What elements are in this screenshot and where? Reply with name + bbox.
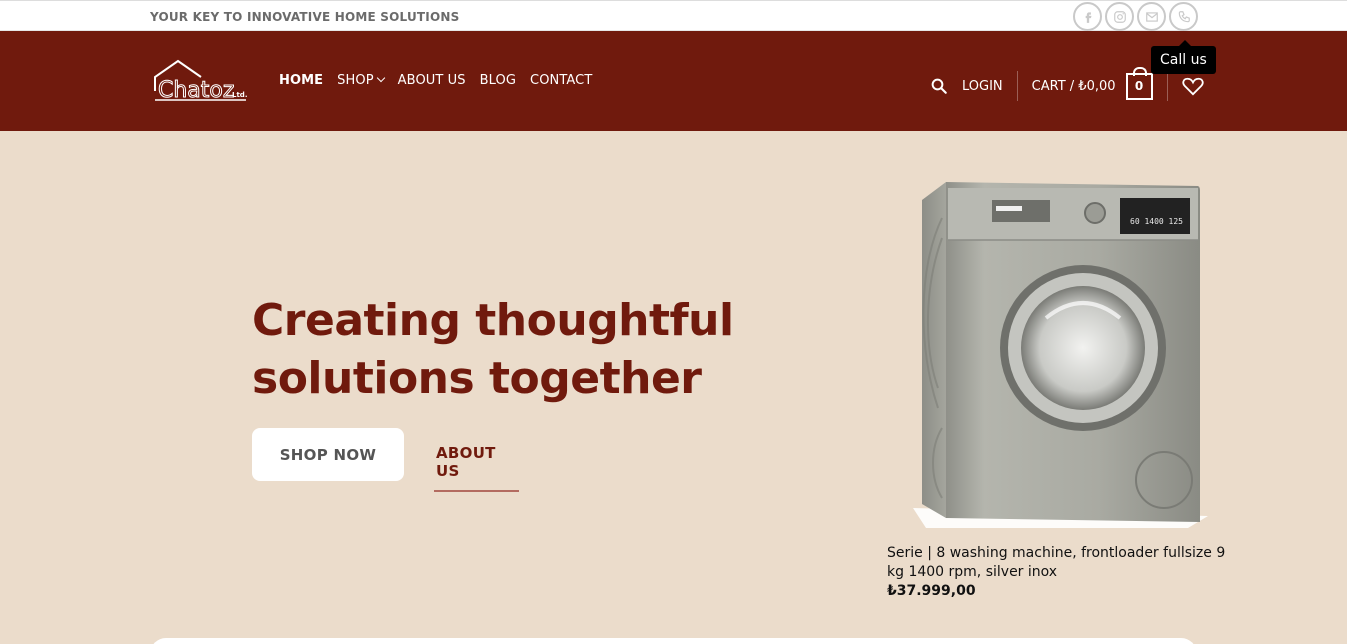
instagram-icon[interactable] — [1105, 2, 1134, 31]
hero-title: Creating thoughtful solutions together — [252, 292, 734, 408]
header-actions: LOGIN CART / ₺0,00 0 — [930, 66, 1204, 101]
shop-now-button[interactable]: SHOP NOW — [252, 428, 404, 481]
nav-blog[interactable]: BLOG — [480, 73, 516, 88]
svg-text:Ltd.: Ltd. — [232, 91, 247, 99]
header-divider — [1016, 71, 1018, 101]
content-panel-edge — [150, 638, 1197, 644]
search-icon[interactable] — [930, 77, 948, 95]
social-links — [1073, 2, 1198, 31]
login-link[interactable]: LOGIN — [962, 79, 1003, 94]
product-price: ₺37.999,00 — [887, 583, 976, 599]
facebook-icon[interactable] — [1073, 2, 1102, 31]
tagline: YOUR KEY TO INNOVATIVE HOME SOLUTIONS — [150, 10, 460, 24]
nav-home[interactable]: HOME — [279, 73, 323, 88]
cart-count-badge[interactable]: 0 — [1125, 66, 1153, 100]
washing-machine-image[interactable]: 60 1400 125 — [908, 178, 1216, 534]
product-name[interactable]: Serie | 8 washing machine, frontloader f… — [887, 544, 1237, 582]
nav-about[interactable]: ABOUT US — [398, 73, 466, 88]
main-nav: HOME SHOP ABOUT US BLOG CONTACT — [279, 73, 592, 88]
cart-link[interactable]: CART / ₺0,00 — [1032, 79, 1116, 94]
call-us-tooltip: Call us — [1151, 40, 1216, 74]
nav-shop-label: SHOP — [337, 73, 374, 88]
email-icon[interactable] — [1137, 2, 1166, 31]
top-bar: YOUR KEY TO INNOVATIVE HOME SOLUTIONS — [0, 0, 1347, 31]
hero-title-line-2: solutions together — [252, 353, 702, 404]
chatoz-logo[interactable]: Chatoz Ltd. — [152, 59, 248, 103]
wishlist-heart-icon[interactable] — [1181, 76, 1204, 96]
svg-text:60 1400 125: 60 1400 125 — [1130, 217, 1183, 226]
nav-contact[interactable]: CONTACT — [530, 73, 592, 88]
about-us-button[interactable]: ABOUT US — [434, 444, 519, 492]
phone-icon[interactable] — [1169, 2, 1198, 31]
hero-title-line-1: Creating thoughtful — [252, 295, 734, 346]
nav-shop[interactable]: SHOP — [337, 73, 385, 88]
main-header: Chatoz Ltd. HOME SHOP ABOUT US BLOG CONT… — [0, 31, 1347, 131]
chevron-down-icon — [376, 73, 385, 83]
header-divider — [1166, 71, 1168, 101]
